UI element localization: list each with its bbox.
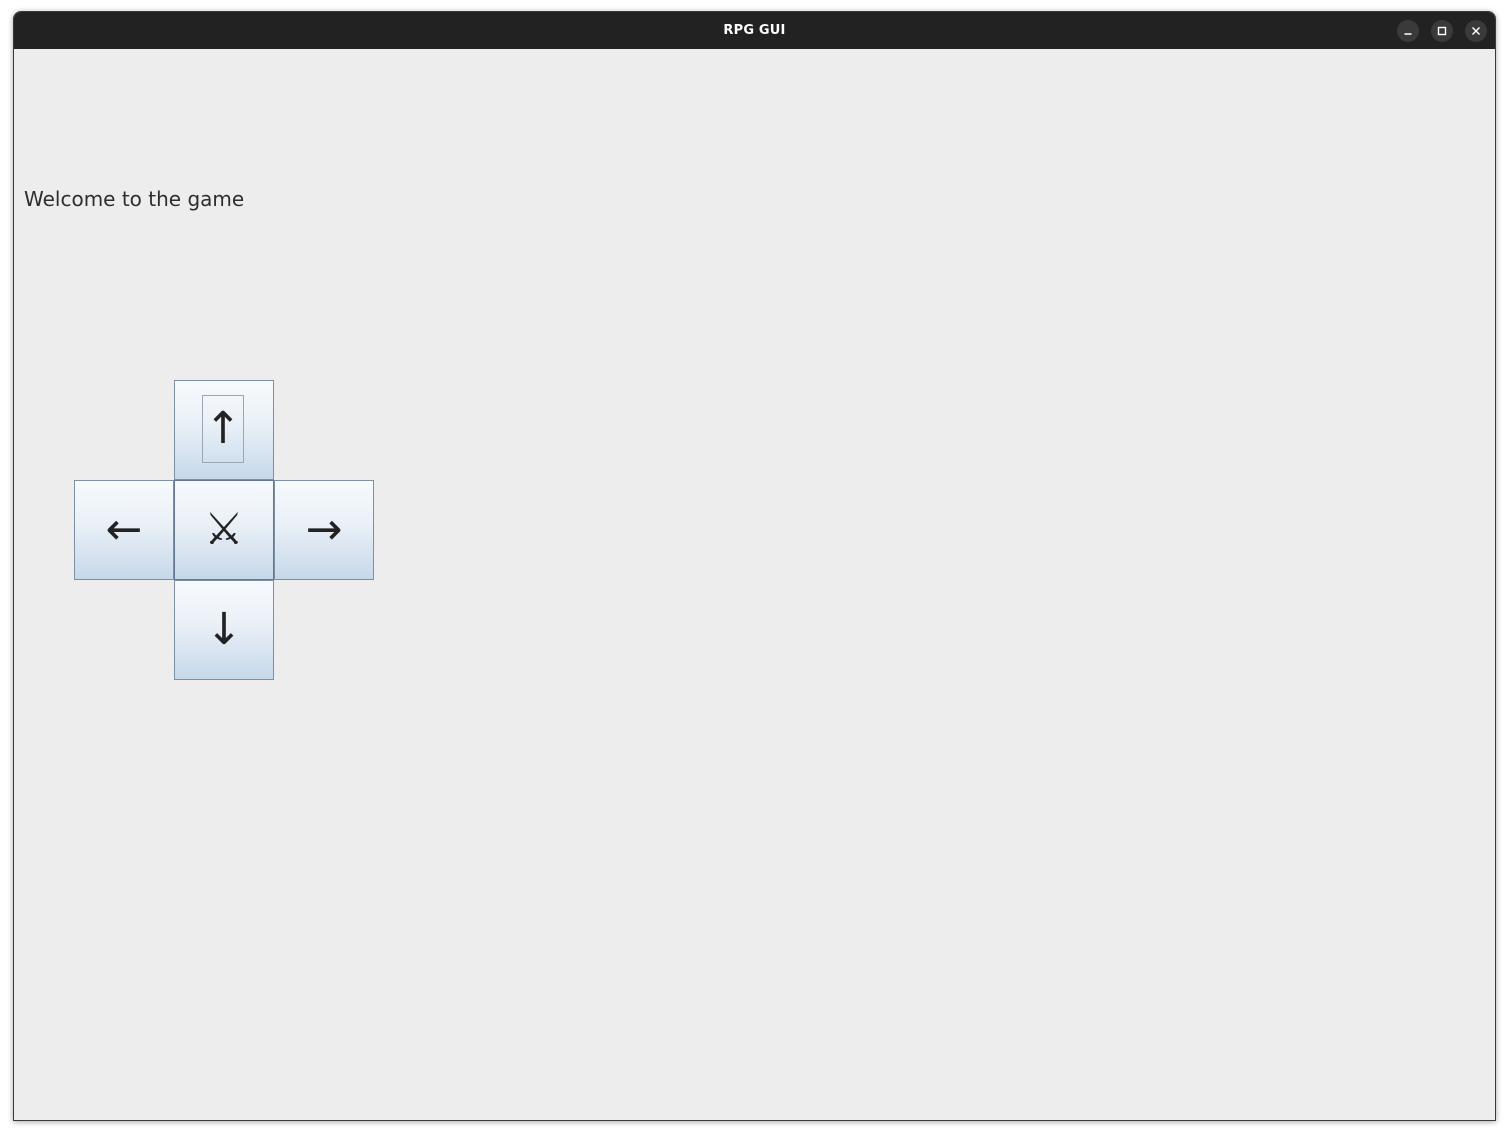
welcome-label: Welcome to the game [24, 187, 245, 211]
move-down-button[interactable]: ↓ [174, 580, 274, 680]
maximize-icon [1437, 26, 1447, 36]
app-window: RPG GUI Welcome to the game ↑ ← ⚔ → ↓ [13, 11, 1496, 1121]
move-up-button[interactable]: ↑ [174, 380, 274, 480]
close-button[interactable] [1465, 20, 1487, 42]
move-right-button[interactable]: → [274, 480, 374, 580]
arrow-down-icon: ↓ [205, 604, 243, 655]
maximize-button[interactable] [1431, 20, 1453, 42]
close-icon [1471, 26, 1481, 36]
attack-button[interactable]: ⚔ [174, 480, 274, 580]
arrow-up-icon: ↑ [204, 403, 242, 454]
game-panel: Welcome to the game ↑ ← ⚔ → ↓ [14, 49, 1495, 1120]
crossed-swords-icon: ⚔ [204, 504, 244, 555]
arrow-left-icon: ← [105, 504, 143, 555]
focus-indicator: ↑ [202, 395, 244, 463]
window-title: RPG GUI [723, 23, 786, 38]
arrow-right-icon: → [305, 504, 343, 555]
title-bar[interactable]: RPG GUI [14, 12, 1495, 49]
move-left-button[interactable]: ← [74, 480, 174, 580]
minimize-icon [1403, 26, 1413, 36]
minimize-button[interactable] [1397, 20, 1419, 42]
